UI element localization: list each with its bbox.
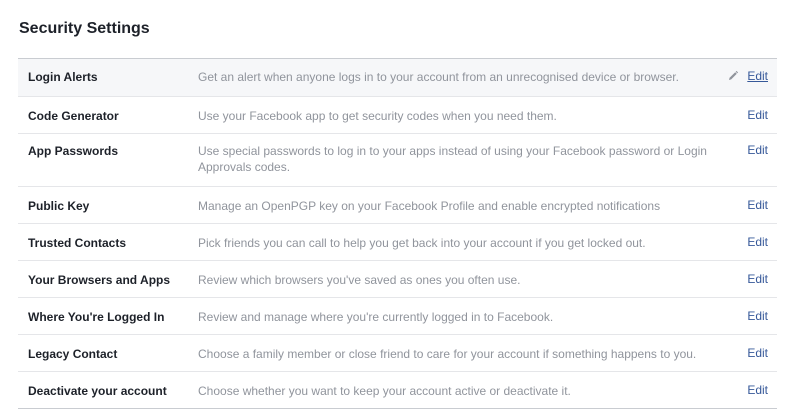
setting-label: Your Browsers and Apps <box>28 273 171 287</box>
setting-actions: Edit <box>747 143 768 157</box>
setting-description: Use your Facebook app to get security co… <box>198 109 557 123</box>
setting-row-trusted-contacts[interactable]: Trusted Contacts Pick friends you can ca… <box>18 223 777 260</box>
setting-description: Choose whether you want to keep your acc… <box>198 384 571 398</box>
setting-actions: Edit <box>727 69 768 83</box>
page-title: Security Settings <box>19 20 150 37</box>
setting-row-legacy-contact[interactable]: Legacy Contact Choose a family member or… <box>18 334 777 371</box>
setting-actions: Edit <box>747 108 768 122</box>
pencil-icon <box>727 70 739 82</box>
setting-row-deactivate-account[interactable]: Deactivate your account Choose whether y… <box>18 371 777 408</box>
setting-row-where-logged-in[interactable]: Where You're Logged In Review and manage… <box>18 297 777 334</box>
edit-where-logged-in-link[interactable]: Edit <box>747 309 768 323</box>
setting-description: Manage an OpenPGP key on your Facebook P… <box>198 199 661 213</box>
setting-row-login-alerts[interactable]: Login Alerts Get an alert when anyone lo… <box>18 59 777 96</box>
edit-trusted-contacts-link[interactable]: Edit <box>747 235 768 249</box>
setting-actions: Edit <box>747 346 768 360</box>
setting-label: Code Generator <box>28 109 119 123</box>
setting-label: Public Key <box>28 199 90 213</box>
setting-row-public-key[interactable]: Public Key Manage an OpenPGP key on your… <box>18 186 777 223</box>
setting-label: Legacy Contact <box>28 347 118 361</box>
setting-label: Trusted Contacts <box>28 236 127 250</box>
edit-login-alerts-link[interactable]: Edit <box>747 69 768 83</box>
edit-public-key-link[interactable]: Edit <box>747 198 768 212</box>
setting-description: Use special passwords to log in to your … <box>198 144 707 174</box>
edit-browsers-and-apps-link[interactable]: Edit <box>747 272 768 286</box>
setting-row-browsers-and-apps[interactable]: Your Browsers and Apps Review which brow… <box>18 260 777 297</box>
edit-code-generator-link[interactable]: Edit <box>747 108 768 122</box>
setting-description: Review and manage where you're currently… <box>198 310 554 324</box>
setting-actions: Edit <box>747 198 768 212</box>
setting-description: Review which browsers you've saved as on… <box>198 273 521 287</box>
setting-actions: Edit <box>747 309 768 323</box>
security-settings-list: Login Alerts Get an alert when anyone lo… <box>18 58 777 409</box>
setting-actions: Edit <box>747 272 768 286</box>
setting-label: Deactivate your account <box>28 384 167 398</box>
edit-app-passwords-link[interactable]: Edit <box>747 143 768 157</box>
setting-actions: Edit <box>747 383 768 397</box>
setting-actions: Edit <box>747 235 768 249</box>
edit-deactivate-account-link[interactable]: Edit <box>747 383 768 397</box>
setting-description: Choose a family member or close friend t… <box>198 347 697 361</box>
setting-label: Login Alerts <box>28 70 98 84</box>
setting-row-app-passwords[interactable]: App Passwords Use special passwords to l… <box>18 133 777 186</box>
setting-description: Get an alert when anyone logs in to your… <box>198 70 679 84</box>
setting-label: App Passwords <box>28 144 119 158</box>
edit-legacy-contact-link[interactable]: Edit <box>747 346 768 360</box>
setting-row-code-generator[interactable]: Code Generator Use your Facebook app to … <box>18 96 777 133</box>
setting-description: Pick friends you can call to help you ge… <box>198 236 646 250</box>
setting-label: Where You're Logged In <box>28 310 165 324</box>
